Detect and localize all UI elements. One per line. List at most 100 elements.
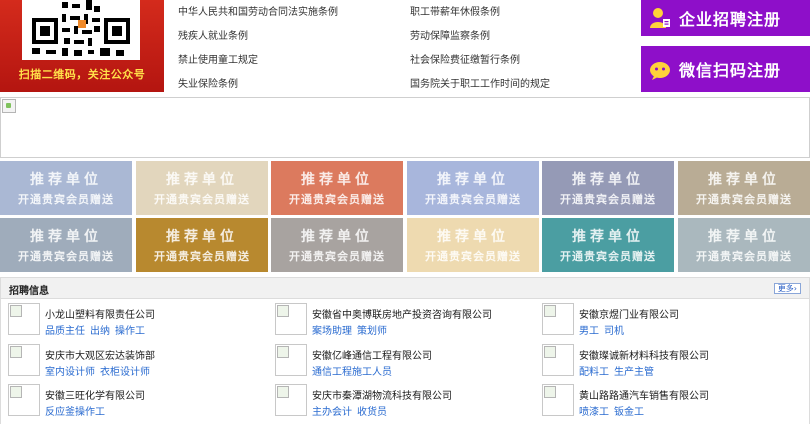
recommended-unit-tile[interactable]: 推荐单位 开通贵宾会员赠送 (136, 161, 268, 215)
tile-subtitle: 开通贵宾会员赠送 (696, 250, 792, 263)
tile-subtitle: 开通贵宾会员赠送 (18, 193, 114, 206)
company-logo[interactable] (275, 303, 307, 335)
job-links: 男工 司机 (579, 322, 629, 337)
recommended-unit-tile[interactable]: 推荐单位 开通贵宾会员赠送 (271, 218, 403, 272)
wechat-register-button[interactable]: 微信扫码注册 (641, 46, 810, 92)
tile-subtitle: 开通贵宾会员赠送 (154, 250, 250, 263)
tile-title: 推荐单位 (708, 172, 780, 188)
job-link[interactable]: 室内设计师 (45, 367, 95, 378)
job-link[interactable]: 司机 (604, 326, 624, 337)
company-name[interactable]: 黄山路路通汽车销售有限公司 (579, 387, 709, 402)
company-logo[interactable] (8, 303, 40, 335)
company-name[interactable]: 安徽三旺化学有限公司 (45, 387, 145, 402)
law-link[interactable]: 残疾人就业条例 (178, 27, 248, 42)
tile-subtitle: 开通贵宾会员赠送 (425, 193, 521, 206)
job-link[interactable]: 案场助理 (312, 326, 352, 337)
tile-title: 推荐单位 (708, 229, 780, 245)
recommended-unit-tile[interactable]: 推荐单位 开通贵宾会员赠送 (407, 161, 539, 215)
recommended-unit-tile[interactable]: 推荐单位 开通贵宾会员赠送 (678, 218, 810, 272)
wechat-register-label: 微信扫码注册 (679, 61, 782, 80)
company-logo[interactable] (542, 384, 574, 416)
job-link[interactable]: 男工 (579, 326, 599, 337)
job-links: 品质主任 出纳 操作工 (45, 322, 150, 337)
job-link[interactable]: 收货员 (357, 407, 387, 418)
job-link[interactable]: 操作工 (115, 326, 145, 337)
recruit-section-header: 招聘信息 更多› (0, 277, 810, 299)
company-logo[interactable] (542, 344, 574, 376)
job-links: 配料工 生产主管 (579, 363, 659, 378)
company-logo[interactable] (542, 303, 574, 335)
job-links: 案场助理 策划师 (312, 322, 392, 337)
tile-title: 推荐单位 (572, 229, 644, 245)
more-button[interactable]: 更多› (773, 283, 801, 294)
company-name[interactable]: 安徽璨诚新材料科技有限公司 (579, 347, 709, 362)
job-link[interactable]: 通信工程施工人员 (312, 367, 392, 378)
recruit-list: 小龙山塑料有限责任公司 品质主任 出纳 操作工 安徽省中奥博联房地产投资咨询有限公司… (0, 299, 810, 424)
law-link[interactable]: 失业保险条例 (178, 75, 238, 90)
recommended-unit-tile[interactable]: 推荐单位 开通贵宾会员赠送 (0, 218, 132, 272)
tile-title: 推荐单位 (572, 172, 644, 188)
tile-title: 推荐单位 (30, 172, 102, 188)
company-logo[interactable] (275, 384, 307, 416)
recommended-unit-tile[interactable]: 推荐单位 开通贵宾会员赠送 (542, 218, 674, 272)
job-link[interactable]: 钣金工 (614, 407, 644, 418)
job-links: 室内设计师 衣柜设计师 (45, 363, 155, 378)
job-links: 通信工程施工人员 (312, 363, 397, 378)
company-listing: 安徽京煜门业有限公司 男工 司机 (542, 299, 802, 337)
job-link[interactable]: 主办会计 (312, 407, 352, 418)
banner-image[interactable] (0, 97, 810, 158)
company-name[interactable]: 小龙山塑料有限责任公司 (45, 306, 155, 321)
tile-subtitle: 开通贵宾会员赠送 (560, 193, 656, 206)
job-links: 主办会计 收货员 (312, 403, 392, 418)
qr-promo-panel: 扫描二维码，关注公众号 (0, 0, 164, 92)
tile-subtitle: 开通贵宾会员赠送 (425, 250, 521, 263)
company-listing: 安徽省中奥博联房地产投资咨询有限公司 案场助理 策划师 (275, 299, 535, 337)
law-link[interactable]: 禁止使用童工规定 (178, 51, 258, 66)
law-link[interactable]: 中华人民共和国劳动合同法实施条例 (178, 3, 338, 18)
company-logo[interactable] (8, 344, 40, 376)
wechat-icon (649, 58, 671, 80)
enterprise-register-button[interactable]: 企业招聘注册 (641, 0, 810, 36)
company-listing: 安庆市秦潭湖物流科技有限公司 主办会计 收货员 (275, 380, 535, 418)
job-links: 喷漆工 钣金工 (579, 403, 649, 418)
recommended-unit-tile[interactable]: 推荐单位 开通贵宾会员赠送 (0, 161, 132, 215)
company-name[interactable]: 安徽京煜门业有限公司 (579, 306, 679, 321)
job-link[interactable]: 反应釜操作工 (45, 407, 105, 418)
law-link[interactable]: 职工带薪年休假条例 (410, 3, 500, 18)
job-link[interactable]: 品质主任 (45, 326, 85, 337)
company-listing: 安庆市大观区宏达装饰部 室内设计师 衣柜设计师 (8, 340, 268, 378)
company-name[interactable]: 安徽亿峰通信工程有限公司 (312, 347, 432, 362)
job-link[interactable]: 出纳 (90, 326, 110, 337)
recommended-unit-tile[interactable]: 推荐单位 开通贵宾会员赠送 (136, 218, 268, 272)
job-link[interactable]: 生产主管 (614, 367, 654, 378)
recommended-unit-tile[interactable]: 推荐单位 开通贵宾会员赠送 (407, 218, 539, 272)
law-link-list: 中华人民共和国劳动合同法实施条例 职工带薪年休假条例 残疾人就业条例 劳动保障监… (178, 0, 618, 96)
job-link[interactable]: 喷漆工 (579, 407, 609, 418)
tile-subtitle: 开通贵宾会员赠送 (18, 250, 114, 263)
tile-title: 推荐单位 (437, 229, 509, 245)
tile-title: 推荐单位 (301, 172, 373, 188)
law-link[interactable]: 社会保险费征缴暂行条例 (410, 51, 520, 66)
recommended-unit-tile[interactable]: 推荐单位 开通贵宾会员赠送 (678, 161, 810, 215)
recommended-unit-tile[interactable]: 推荐单位 开通贵宾会员赠送 (542, 161, 674, 215)
law-link[interactable]: 国务院关于职工工作时间的规定 (410, 75, 550, 90)
tile-subtitle: 开通贵宾会员赠送 (154, 193, 250, 206)
job-link[interactable]: 衣柜设计师 (100, 367, 150, 378)
recruit-section-title: 招聘信息 (9, 286, 49, 297)
company-name[interactable]: 安徽省中奥博联房地产投资咨询有限公司 (312, 306, 492, 321)
company-listing: 黄山路路通汽车销售有限公司 喷漆工 钣金工 (542, 380, 802, 418)
tile-title: 推荐单位 (166, 172, 238, 188)
broken-image-icon (2, 99, 16, 113)
job-link[interactable]: 策划师 (357, 326, 387, 337)
tile-title: 推荐单位 (301, 229, 373, 245)
law-link[interactable]: 劳动保障监察条例 (410, 27, 490, 42)
job-links: 反应釜操作工 (45, 403, 110, 418)
recommended-unit-tile[interactable]: 推荐单位 开通贵宾会员赠送 (271, 161, 403, 215)
company-logo[interactable] (275, 344, 307, 376)
company-name[interactable]: 安庆市秦潭湖物流科技有限公司 (312, 387, 452, 402)
company-listing: 安徽三旺化学有限公司 反应釜操作工 (8, 380, 268, 418)
company-logo[interactable] (8, 384, 40, 416)
tile-title: 推荐单位 (437, 172, 509, 188)
job-link[interactable]: 配料工 (579, 367, 609, 378)
company-name[interactable]: 安庆市大观区宏达装饰部 (45, 347, 155, 362)
